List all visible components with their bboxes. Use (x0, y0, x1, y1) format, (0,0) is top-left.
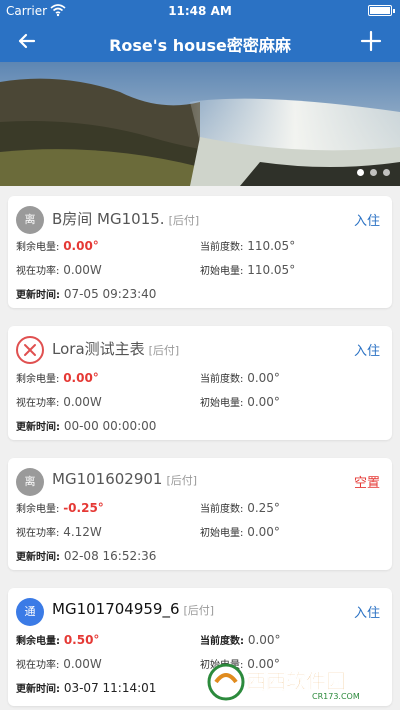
power-row: 视在功率: 4.12W (16, 525, 102, 539)
carousel-dot[interactable] (370, 169, 377, 176)
plus-icon[interactable] (358, 28, 384, 54)
battery-icon (368, 5, 395, 16)
watermark-logo: 西西软件园 CR173.COM (206, 662, 386, 702)
nav-bar: Rose's house密密麻麻 (0, 22, 400, 62)
status-badge: 通 (16, 598, 44, 626)
update-row: 更新时间: 02-08 16:52:36 (16, 549, 157, 563)
carousel-dots (357, 169, 390, 176)
x-circle-icon (16, 336, 44, 364)
carousel-dot[interactable] (357, 169, 364, 176)
carousel-dot[interactable] (383, 169, 390, 176)
clock: 11:48 AM (168, 4, 232, 18)
power-row: 视在功率: 0.00W (16, 395, 102, 409)
watermark-text: 西西软件园 (246, 669, 346, 693)
checkin-button[interactable]: 入住 (354, 210, 380, 229)
initial-row: 初始电量: 0.00° (200, 525, 280, 539)
checkin-button[interactable]: 入住 (354, 602, 380, 621)
page-title: Rose's house密密麻麻 (109, 36, 291, 55)
remain-row: 剩余电量: 0.00° (16, 371, 99, 385)
meter-name: Lora测试主表 [后付] (52, 340, 180, 358)
checkin-button[interactable]: 入住 (354, 340, 380, 359)
initial-row: 初始电量: 0.00° (200, 395, 280, 409)
meter-card[interactable]: Lora测试主表 [后付] 入住 剩余电量: 0.00° 当前度数: 0.00° … (8, 326, 392, 440)
current-row: 当前度数: 0.00° (200, 633, 281, 647)
meter-name: MG101704959_6 [后付] (52, 600, 215, 618)
update-row: 更新时间: 00-00 00:00:00 (16, 419, 157, 433)
remain-row: 剩余电量: -0.25° (16, 501, 104, 515)
power-row: 视在功率: 0.00W (16, 657, 102, 671)
banner-carousel[interactable] (0, 62, 400, 186)
current-row: 当前度数: 0.00° (200, 371, 280, 385)
initial-row: 初始电量: 110.05° (200, 263, 296, 277)
update-row: 更新时间: 03-07 11:14:01 (16, 681, 157, 695)
current-row: 当前度数: 110.05° (200, 239, 296, 253)
arrow-left-icon[interactable] (14, 28, 40, 54)
status-badge: 离 (16, 468, 44, 496)
current-row: 当前度数: 0.25° (200, 501, 280, 515)
remain-row: 剩余电量: 0.50° (16, 633, 100, 647)
power-row: 视在功率: 0.00W (16, 263, 102, 277)
watermark-url: CR173.COM (312, 692, 360, 701)
banner-image (0, 62, 400, 186)
meter-card[interactable]: 离 B房间 MG1015. [后付] 入住 剩余电量: 0.00° 当前度数: 1… (8, 196, 392, 308)
meter-name: B房间 MG1015. [后付] (52, 210, 200, 228)
update-row: 更新时间: 07-05 09:23:40 (16, 287, 157, 301)
remain-row: 剩余电量: 0.00° (16, 239, 99, 253)
status-bar: Carrier 11:48 AM (0, 0, 400, 22)
meter-name: MG101602901 [后付] (52, 470, 198, 488)
meter-card[interactable]: 离 MG101602901 [后付] 空置 剩余电量: -0.25° 当前度数: … (8, 458, 392, 570)
status-badge: 离 (16, 206, 44, 234)
vacant-button[interactable]: 空置 (354, 472, 380, 491)
